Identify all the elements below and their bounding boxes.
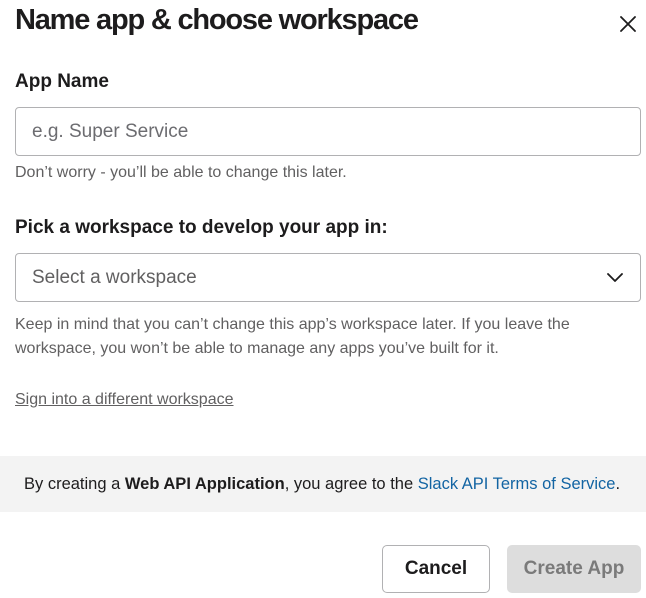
workspace-select[interactable]: Select a workspace bbox=[15, 253, 641, 302]
terms-app-type: Web API Application bbox=[124, 474, 285, 493]
terms-middle: , you agree to the bbox=[284, 474, 418, 493]
chevron-down-icon bbox=[606, 269, 624, 287]
app-name-hint: Don’t worry - you’ll be able to change t… bbox=[15, 164, 347, 181]
terms-notice: By creating a Web API Application, you a… bbox=[0, 456, 646, 512]
dialog-title: Name app & choose workspace bbox=[15, 4, 419, 36]
signin-different-workspace-link[interactable]: Sign into a different workspace bbox=[15, 388, 234, 412]
workspace-hint: Keep in mind that you can’t change this … bbox=[15, 316, 570, 357]
app-name-label: App Name bbox=[15, 71, 109, 92]
app-name-input[interactable] bbox=[15, 107, 641, 156]
close-button[interactable] bbox=[612, 8, 644, 40]
workspace-select-value: Select a workspace bbox=[32, 266, 197, 288]
workspace-label: Pick a workspace to develop your app in: bbox=[15, 217, 388, 238]
terms-suffix: . bbox=[615, 474, 621, 493]
terms-of-service-link[interactable]: Slack API Terms of Service bbox=[418, 475, 616, 494]
cancel-button[interactable]: Cancel bbox=[382, 545, 490, 593]
create-app-button[interactable]: Create App bbox=[507, 545, 641, 593]
create-app-dialog: Name app & choose workspace App Name Don… bbox=[0, 0, 646, 598]
close-icon bbox=[620, 16, 636, 32]
terms-prefix: By creating a bbox=[24, 474, 125, 493]
